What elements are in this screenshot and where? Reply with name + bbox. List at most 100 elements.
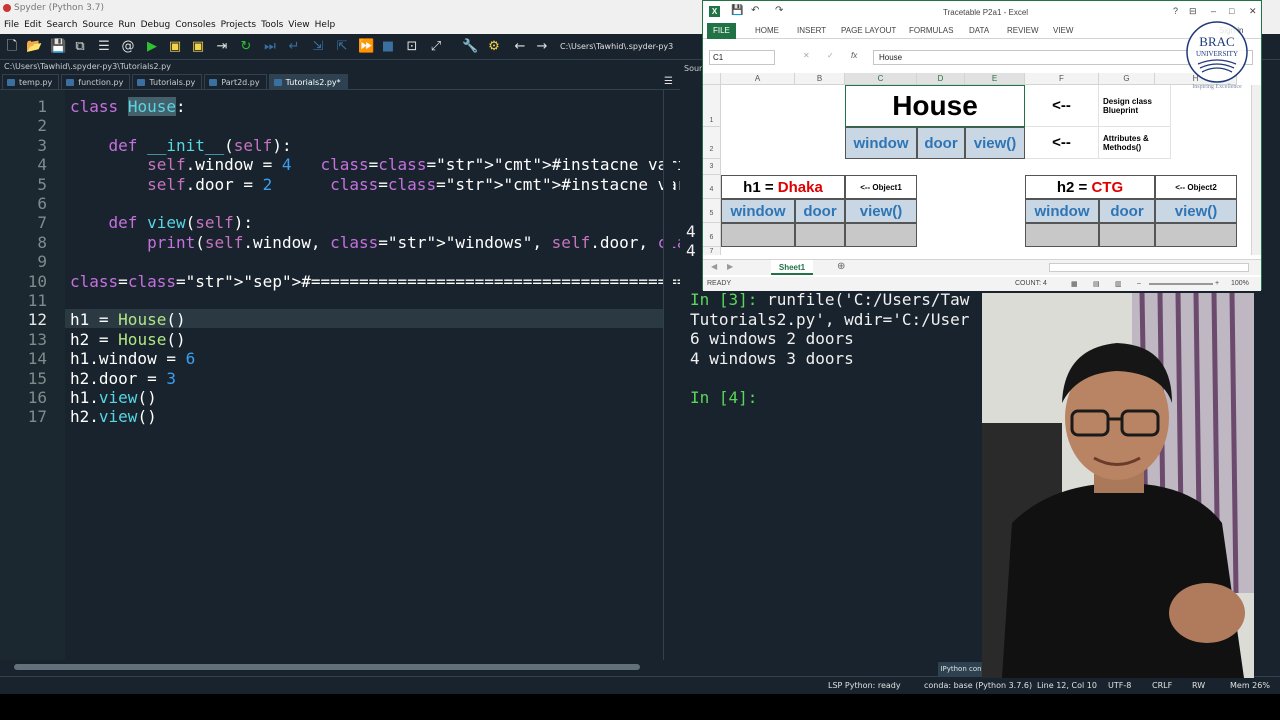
excel-minimize-icon[interactable]: –: [1211, 6, 1216, 16]
code-line[interactable]: self.door = 2 class=class="str">"cmt">#i…: [70, 175, 735, 194]
cell-c5-view[interactable]: view(): [845, 199, 917, 223]
run-icon[interactable]: ▶: [144, 39, 160, 55]
cell-b5-door[interactable]: door: [795, 199, 845, 223]
code-line[interactable]: class House:: [70, 97, 186, 116]
name-box[interactable]: C1: [709, 50, 775, 65]
debug-icon[interactable]: ⏭: [262, 39, 278, 55]
excel-redo-icon[interactable]: ↷: [775, 5, 783, 16]
excel-vertical-scrollbar[interactable]: [1251, 85, 1261, 255]
cell-g6[interactable]: [1099, 223, 1155, 247]
spreadsheet-grid[interactable]: A B C D E F G H 1 2 3 4 5 6 7 House <-- …: [703, 73, 1261, 255]
ribbon-tab-review[interactable]: REVIEW: [1007, 26, 1039, 35]
code-line[interactable]: h2.view(): [70, 407, 157, 426]
code-line[interactable]: h1 = House(): [70, 310, 186, 329]
stop-icon[interactable]: ■: [380, 39, 396, 55]
cell-a4-h1[interactable]: h1 = Dhaka: [721, 175, 845, 199]
working-directory-field[interactable]: C:\Users\Tawhid\.spyder-py3: [556, 39, 706, 55]
row-header-5[interactable]: 5: [703, 199, 721, 223]
python-path-icon[interactable]: ⚙: [486, 39, 502, 55]
ribbon-tab-home[interactable]: HOME: [755, 26, 779, 35]
tab-tutorials2[interactable]: Tutorials2.py*: [268, 74, 348, 89]
ribbon-tab-view[interactable]: VIEW: [1053, 26, 1073, 35]
at-icon[interactable]: @: [120, 39, 136, 55]
zoom-out-icon[interactable]: –: [1137, 280, 1141, 287]
cell-e2-view[interactable]: view(): [965, 127, 1025, 159]
page-layout-view-icon[interactable]: ▤: [1093, 280, 1100, 288]
cell-c6[interactable]: [845, 223, 917, 247]
menu-debug[interactable]: Debug: [141, 20, 171, 30]
cell-h4-object2[interactable]: <-- Object2: [1155, 175, 1237, 199]
column-header-e[interactable]: E: [965, 73, 1025, 85]
row-header-7[interactable]: 7: [703, 247, 721, 255]
row-header-4[interactable]: 4: [703, 175, 721, 199]
code-line[interactable]: h1.view(): [70, 388, 157, 407]
ribbon-tab-insert[interactable]: INSERT: [797, 26, 826, 35]
code-line[interactable]: h2.door = 3: [70, 369, 176, 388]
cancel-formula-icon[interactable]: ✕: [803, 51, 810, 60]
menu-consoles[interactable]: Consoles: [175, 20, 215, 30]
code-line[interactable]: self.window = 4 class=class="str">"cmt">…: [70, 155, 725, 174]
confirm-formula-icon[interactable]: ✓: [827, 51, 834, 60]
editor-scroll-thumb[interactable]: [14, 664, 640, 670]
column-header-d[interactable]: D: [917, 73, 965, 85]
menu-run[interactable]: Run: [118, 20, 135, 30]
cell-c4-object1[interactable]: <-- Object1: [845, 175, 917, 199]
sheet-prev-icon[interactable]: ◀: [711, 262, 717, 271]
row-header-6[interactable]: 6: [703, 223, 721, 247]
cell-b6[interactable]: [795, 223, 845, 247]
sheet-tab-sheet1[interactable]: Sheet1: [771, 260, 813, 275]
zoom-in-icon[interactable]: +: [1215, 280, 1219, 287]
ipython-console-tab[interactable]: IPython con: [938, 662, 984, 676]
menu-tools[interactable]: Tools: [261, 20, 283, 30]
code-line[interactable]: def view(self):: [70, 213, 254, 232]
save-all-icon[interactable]: ⧉: [72, 39, 88, 55]
tab-temp[interactable]: temp.py: [2, 74, 60, 89]
excel-ribbon-options-icon[interactable]: ⊟: [1189, 6, 1197, 17]
sheet-next-icon[interactable]: ▶: [727, 262, 733, 271]
column-header-f[interactable]: F: [1025, 73, 1099, 85]
zoom-slider[interactable]: [1149, 283, 1213, 285]
list-icon[interactable]: ☰: [96, 39, 112, 55]
back-arrow-icon[interactable]: ←: [512, 39, 528, 55]
ribbon-tab-file[interactable]: FILE: [707, 23, 736, 39]
excel-help-icon[interactable]: ?: [1173, 6, 1178, 16]
ribbon-tab-formulas[interactable]: FORMULAS: [909, 26, 953, 35]
cell-c1-house[interactable]: House: [845, 85, 1025, 127]
cell-f6[interactable]: [1025, 223, 1099, 247]
tab-function[interactable]: function.py: [61, 74, 131, 89]
ribbon-tab-data[interactable]: DATA: [969, 26, 989, 35]
step-return-icon[interactable]: ⇱: [334, 39, 350, 55]
cell-g1-note[interactable]: Design class Blueprint: [1099, 85, 1171, 127]
column-header-b[interactable]: B: [795, 73, 845, 85]
menu-source[interactable]: Source: [82, 20, 113, 30]
cell-h6[interactable]: [1155, 223, 1237, 247]
row-header-3[interactable]: 3: [703, 159, 721, 175]
row-header-1[interactable]: 1: [703, 85, 721, 127]
cell-a6[interactable]: [721, 223, 795, 247]
cell-f4-h2[interactable]: h2 = CTG: [1025, 175, 1155, 199]
row-header-2[interactable]: 2: [703, 127, 721, 159]
excel-undo-icon[interactable]: ↶: [751, 5, 759, 16]
cell-h5-view[interactable]: view(): [1155, 199, 1237, 223]
editor-horizontal-scrollbar[interactable]: [0, 662, 675, 672]
run-cell-advance-icon[interactable]: ▣: [190, 39, 206, 55]
preferences-wrench-icon[interactable]: 🔧: [462, 39, 478, 55]
run-cell-icon[interactable]: ▣: [167, 39, 183, 55]
menu-projects[interactable]: Projects: [221, 20, 256, 30]
run-selection-icon[interactable]: ⇥: [214, 39, 230, 55]
code-line[interactable]: h1.window = 6: [70, 349, 195, 368]
column-header-c[interactable]: C: [845, 73, 917, 85]
select-all-corner[interactable]: [703, 73, 721, 85]
forward-arrow-icon[interactable]: →: [534, 39, 550, 55]
menu-edit[interactable]: Edit: [24, 20, 41, 30]
cell-a5-window[interactable]: window: [721, 199, 795, 223]
cell-f5-window[interactable]: window: [1025, 199, 1099, 223]
tab-options-menu-icon[interactable]: ☰: [664, 76, 673, 87]
excel-close-icon[interactable]: ✕: [1249, 6, 1257, 17]
tab-part2d[interactable]: Part2d.py: [204, 74, 267, 89]
code-line[interactable]: h2 = House(): [70, 330, 186, 349]
menu-file[interactable]: File: [4, 20, 19, 30]
zoom-level[interactable]: 100%: [1231, 280, 1249, 287]
sheet-horizontal-scrollbar[interactable]: [1049, 263, 1249, 272]
menu-help[interactable]: Help: [315, 20, 336, 30]
